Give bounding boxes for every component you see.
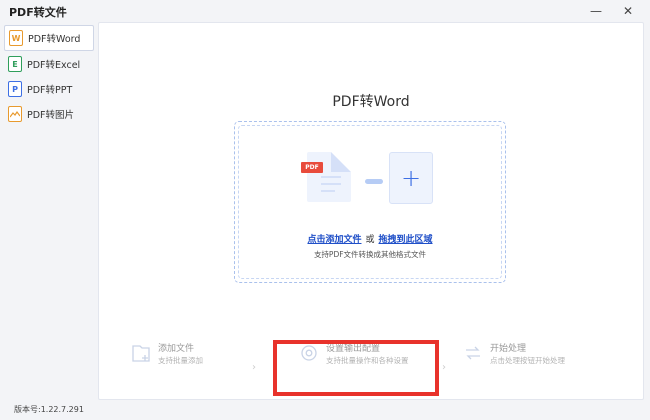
sidebar-item-label: PDF转图片 xyxy=(27,110,75,121)
step-description: 支持批量操作和各种设置 xyxy=(326,356,409,365)
add-file-icon xyxy=(132,345,150,362)
close-button[interactable]: ✕ xyxy=(617,2,639,20)
doc-line xyxy=(321,183,341,185)
sidebar-item-pdf-to-excel[interactable]: E PDF转Excel xyxy=(4,51,94,77)
doc-line xyxy=(321,176,341,178)
settings-gear-icon xyxy=(301,345,317,361)
step-title: 设置输出配置 xyxy=(326,344,381,354)
step-arrow-icon: › xyxy=(442,362,446,373)
file-dropzone[interactable]: PDF + 点击添加文件或拖拽到此区域 支持PDF文件转换成其他格式文件 xyxy=(234,121,506,283)
drag-area-link[interactable]: 拖拽到此区域 xyxy=(379,235,433,245)
app-title: PDF转文件 xyxy=(9,6,67,19)
sidebar: W PDF转Word E PDF转Excel P PDF转PPT PDF转图片 xyxy=(0,22,98,392)
word-icon: W xyxy=(9,30,23,46)
step-description: 支持批量添加 xyxy=(158,356,203,365)
close-icon: ✕ xyxy=(622,4,634,18)
minimize-icon: — xyxy=(590,4,602,18)
document-icon xyxy=(307,152,351,202)
or-text: 或 xyxy=(365,235,375,245)
step-title: 添加文件 xyxy=(158,344,195,354)
add-file-link[interactable]: 点击添加文件 xyxy=(307,235,361,245)
convert-arrows-icon xyxy=(466,346,480,360)
title-bar: PDF转文件 — ✕ xyxy=(0,0,650,22)
sidebar-item-label: PDF转Word xyxy=(28,34,81,45)
doc-line xyxy=(321,190,335,192)
add-file-button[interactable]: + xyxy=(389,152,433,204)
step-description: 点击处理按钮开始处理 xyxy=(490,356,565,365)
minimize-button[interactable]: — xyxy=(585,2,607,20)
sidebar-item-pdf-to-image[interactable]: PDF转图片 xyxy=(4,101,94,127)
image-glyph xyxy=(10,110,20,118)
ppt-icon: P xyxy=(8,81,22,97)
image-icon xyxy=(8,106,22,122)
sidebar-item-label: PDF转Excel xyxy=(27,60,81,71)
pdf-badge: PDF xyxy=(301,162,323,173)
plus-icon: + xyxy=(400,164,422,192)
excel-icon: E xyxy=(8,56,22,72)
step-title: 开始处理 xyxy=(490,344,527,354)
arrow-connector xyxy=(365,179,383,184)
sidebar-item-label: PDF转PPT xyxy=(27,85,73,96)
step-arrow-icon: › xyxy=(252,362,256,373)
version-label: 版本号:1.22.7.291 xyxy=(14,405,84,414)
sidebar-item-pdf-to-ppt[interactable]: P PDF转PPT xyxy=(4,76,94,102)
page-title: PDF转Word xyxy=(332,94,410,110)
sidebar-item-pdf-to-word[interactable]: W PDF转Word xyxy=(4,25,94,51)
dropzone-instructions: 点击添加文件或拖拽到此区域 xyxy=(235,232,505,245)
dropzone-subtext: 支持PDF文件转换成其他格式文件 xyxy=(313,250,427,259)
